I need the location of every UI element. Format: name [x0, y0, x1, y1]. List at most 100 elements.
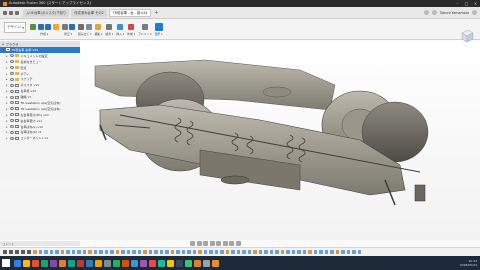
look-at-icon[interactable]: [196, 241, 202, 246]
taskbar-app-icon[interactable]: [23, 259, 30, 267]
timeline-feature-icon[interactable]: [247, 250, 251, 254]
taskbar-app-icon[interactable]: [59, 259, 66, 267]
timeline-feature-icon[interactable]: [55, 250, 59, 254]
timeline-feature-icon[interactable]: [110, 250, 114, 254]
pan-icon[interactable]: [203, 241, 208, 246]
timeline-feature-icon[interactable]: [99, 250, 103, 254]
timeline-feature-icon[interactable]: [313, 250, 317, 254]
timeline-feature-icon[interactable]: [132, 250, 136, 254]
timeline-feature-icon[interactable]: [330, 250, 334, 254]
taskbar-app-icon[interactable]: [185, 259, 192, 267]
fit-icon[interactable]: [216, 241, 221, 246]
taskbar-app-icon[interactable]: [86, 259, 93, 267]
timeline-feature-icon[interactable]: [192, 250, 196, 254]
display-settings-icon[interactable]: [222, 241, 228, 246]
timeline-next-icon[interactable]: [21, 250, 25, 254]
timeline-feature-icon[interactable]: [71, 250, 75, 254]
timeline-feature-icon[interactable]: [335, 250, 339, 254]
timeline-feature-icon[interactable]: [66, 250, 70, 254]
taskbar-app-icon[interactable]: [158, 259, 165, 267]
timeline-feature-icon[interactable]: [115, 250, 119, 254]
timeline-play-icon[interactable]: [15, 250, 19, 254]
timeline-feature-icon[interactable]: [77, 250, 81, 254]
timeline-feature-icon[interactable]: [269, 250, 273, 254]
timeline-feature-icon[interactable]: [148, 250, 152, 254]
timeline-feature-icon[interactable]: [275, 250, 279, 254]
timeline-feature-icon[interactable]: [346, 250, 350, 254]
taskbar-app-icon[interactable]: [131, 259, 138, 267]
timeline-feature-icon[interactable]: [291, 250, 295, 254]
timeline-feature-icon[interactable]: [264, 250, 268, 254]
timeline-feature-icon[interactable]: [154, 250, 158, 254]
taskbar-app-icon[interactable]: [104, 259, 111, 267]
taskbar-app-icon[interactable]: [68, 259, 75, 267]
timeline-feature-icon[interactable]: [159, 250, 163, 254]
grid-settings-icon[interactable]: [229, 241, 234, 246]
timeline-feature-icon[interactable]: [44, 250, 48, 254]
taskbar-app-icon[interactable]: [77, 259, 84, 267]
timeline-first-icon[interactable]: [3, 250, 7, 254]
timeline-feature-icon[interactable]: [297, 250, 301, 254]
system-tray[interactable]: 10:43 2018/05/24: [460, 259, 480, 267]
timeline-feature-icon[interactable]: [258, 250, 262, 254]
timeline-feature-icon[interactable]: [176, 250, 180, 254]
timeline-feature-icon[interactable]: [88, 250, 92, 254]
timeline-feature-icon[interactable]: [33, 250, 37, 254]
timeline-feature-icon[interactable]: [242, 250, 246, 254]
timeline-feature-icon[interactable]: [236, 250, 240, 254]
timeline-last-icon[interactable]: [27, 250, 31, 254]
taskbar-app-icon[interactable]: [41, 259, 48, 267]
timeline-feature-icon[interactable]: [280, 250, 284, 254]
timeline-feature-icon[interactable]: [165, 250, 169, 254]
taskbar-app-icon[interactable]: [203, 259, 210, 267]
timeline-feature-icon[interactable]: [357, 250, 361, 254]
orbit-icon[interactable]: [190, 241, 195, 246]
taskbar-app-icon[interactable]: [113, 259, 120, 267]
timeline-feature-icon[interactable]: [231, 250, 235, 254]
taskbar-app-icon[interactable]: [50, 259, 57, 267]
taskbar-app-icon[interactable]: [167, 259, 174, 267]
timeline-feature-icon[interactable]: [308, 250, 312, 254]
timeline-feature-icon[interactable]: [49, 250, 53, 254]
timeline-feature-icon[interactable]: [302, 250, 306, 254]
taskbar-app-icon[interactable]: [14, 259, 21, 267]
timeline-feature-icon[interactable]: [93, 250, 97, 254]
taskbar-app-icon[interactable]: [32, 259, 39, 267]
timeline-feature-icon[interactable]: [181, 250, 185, 254]
taskbar-app-icon[interactable]: [176, 259, 183, 267]
timeline-feature-icon[interactable]: [324, 250, 328, 254]
timeline-feature-icon[interactable]: [170, 250, 174, 254]
timeline-feature-icon[interactable]: [352, 250, 356, 254]
timeline-feature-icon[interactable]: [82, 250, 86, 254]
zoom-icon[interactable]: [209, 241, 215, 246]
timeline-feature-icon[interactable]: [341, 250, 345, 254]
taskbar-app-icon[interactable]: [149, 259, 156, 267]
timeline-feature-icon[interactable]: [203, 250, 207, 254]
comments-panel[interactable]: コメント: [0, 241, 80, 246]
timeline-feature-icon[interactable]: [220, 250, 224, 254]
bogie-3d-model[interactable]: [0, 0, 480, 270]
timeline-feature-icon[interactable]: [198, 250, 202, 254]
timeline-feature-icon[interactable]: [286, 250, 290, 254]
timeline-feature-icon[interactable]: [126, 250, 130, 254]
timeline-feature-icon[interactable]: [214, 250, 218, 254]
viewports-icon[interactable]: [235, 241, 241, 246]
timeline-feature-icon[interactable]: [60, 250, 64, 254]
timeline-feature-icon[interactable]: [225, 250, 229, 254]
timeline-feature-icon[interactable]: [187, 250, 191, 254]
taskbar-app-icon[interactable]: [140, 259, 147, 267]
timeline-feature-icon[interactable]: [143, 250, 147, 254]
timeline-feature-icon[interactable]: [209, 250, 213, 254]
timeline-feature-icon[interactable]: [121, 250, 125, 254]
timeline-feature-icon[interactable]: [38, 250, 42, 254]
taskbar-app-icon[interactable]: [212, 259, 219, 267]
windows-start-icon[interactable]: [2, 259, 10, 267]
taskbar-app-icon[interactable]: [194, 259, 201, 267]
taskbar-app-icon[interactable]: [95, 259, 102, 267]
timeline-feature-icon[interactable]: [137, 250, 141, 254]
timeline-prev-icon[interactable]: [9, 250, 13, 254]
timeline-feature-icon[interactable]: [319, 250, 323, 254]
timeline-feature-icon[interactable]: [253, 250, 257, 254]
timeline-feature-icon[interactable]: [104, 250, 108, 254]
taskbar-app-icon[interactable]: [122, 259, 129, 267]
